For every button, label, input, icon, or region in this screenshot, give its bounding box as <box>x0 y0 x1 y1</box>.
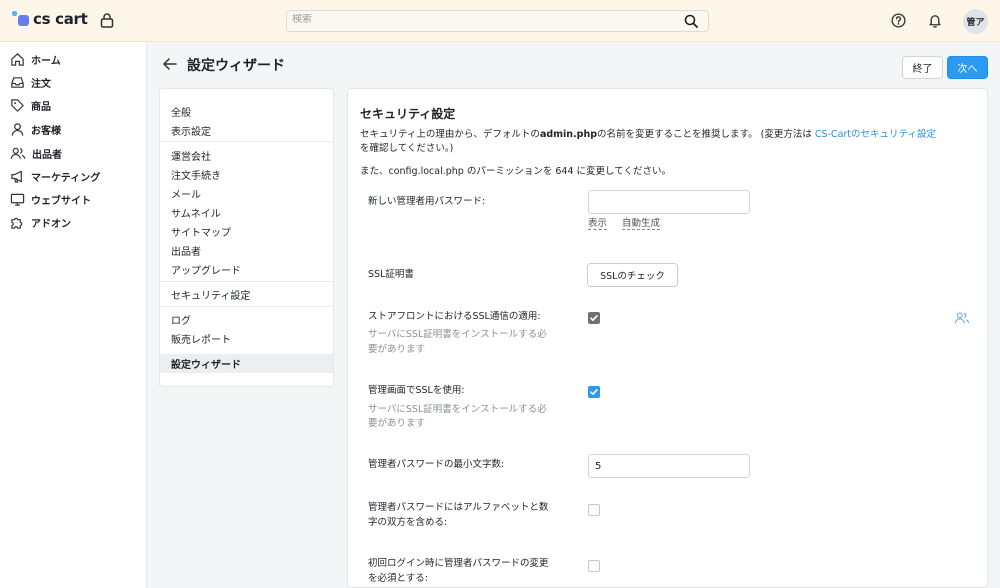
nav-item-vendors[interactable]: 出品者 <box>10 144 62 162</box>
divider <box>160 306 333 307</box>
change-first-login-checkbox[interactable] <box>588 560 600 572</box>
logo[interactable]: cs cart <box>12 10 88 28</box>
nav-item-label: ホーム <box>31 55 61 67</box>
nav-item-products[interactable]: 商品 <box>10 96 51 114</box>
next-button[interactable]: 次へ <box>947 56 988 79</box>
nav-item-addons[interactable]: アドオン <box>10 213 71 231</box>
nav-item-label: お客様 <box>31 125 61 137</box>
min-length-label: 管理者パスワードの最小文字数: <box>368 459 505 470</box>
settings-item-vendors[interactable]: 出品者 <box>171 243 201 258</box>
divider <box>160 141 333 142</box>
new-password-field[interactable] <box>588 190 750 214</box>
nav-item-home[interactable]: ホーム <box>10 50 61 68</box>
change-first-login-label: 初回ログイン時に管理者パスワードの変更 <box>368 558 549 569</box>
settings-item-logs[interactable]: ログ <box>171 312 191 327</box>
settings-item-security[interactable]: セキュリティ設定 <box>171 287 250 302</box>
settings-item-reports[interactable]: 販売レポート <box>171 331 231 346</box>
generate-password-link[interactable]: 自動生成 <box>622 215 661 230</box>
storefront-ssl-label: ストアフロントにおけるSSL通信の適用: <box>368 311 541 322</box>
settings-item-thumbnails[interactable]: サムネイル <box>171 205 221 220</box>
search-icon[interactable] <box>684 14 698 31</box>
admin-ssl-hint: サーバにSSL証明書をインストールする必 <box>368 404 547 415</box>
bell-icon[interactable] <box>928 13 942 31</box>
tag-icon <box>11 98 24 112</box>
search-input[interactable] <box>292 14 672 25</box>
settings-item-wizard[interactable]: 設定ウィザード <box>171 356 241 371</box>
nav-item-orders[interactable]: 注文 <box>10 73 51 91</box>
lock-icon[interactable] <box>100 12 114 31</box>
inbox-icon <box>11 76 24 88</box>
show-password-link[interactable]: 表示 <box>588 215 608 230</box>
ssl-cert-label: SSL証明書 <box>368 269 414 280</box>
page-header: 設定ウィザード <box>163 55 285 75</box>
logo-mark <box>12 10 29 28</box>
nav-item-label: 商品 <box>31 101 51 113</box>
alnum-checkbox[interactable] <box>588 504 600 516</box>
security-description: セキュリティ上の理由から、デフォルトのadmin.phpの名前を変更することを推… <box>360 129 936 140</box>
settings-sidebar: 全般 表示設定 運営会社 注文手続き メール サムネイル サイトマップ 出品者 … <box>159 88 334 387</box>
settings-item-checkout[interactable]: 注文手続き <box>171 167 221 182</box>
security-docs-link[interactable]: CS-Cartのセキュリティ設定 <box>815 129 936 140</box>
alnum-label: 管理者パスワードにはアルファベットと数 <box>368 502 549 513</box>
storefront-ssl-hint: 要があります <box>368 344 426 355</box>
main-nav: ホーム 注文 商品 お客様 出品者 マーケティング ウェブサイト アドオン <box>0 42 147 588</box>
settings-item-email[interactable]: メール <box>171 186 201 201</box>
avatar[interactable]: 管ア <box>963 9 988 34</box>
new-password-label: 新しい管理者用パスワード: <box>368 196 486 207</box>
nav-item-customers[interactable]: お客様 <box>10 120 61 138</box>
nav-item-label: 出品者 <box>32 149 62 161</box>
back-arrow-icon[interactable] <box>163 57 177 73</box>
vendor-settings-icon[interactable] <box>954 311 970 328</box>
section-title: セキュリティ設定 <box>360 107 456 121</box>
nav-item-website[interactable]: ウェブサイト <box>10 190 91 208</box>
page-title: 設定ウィザード <box>187 58 285 74</box>
change-first-login-label: を必須とする: <box>368 573 428 584</box>
nav-item-label: 注文 <box>31 78 51 90</box>
nav-item-label: ウェブサイト <box>31 195 91 207</box>
settings-item-company[interactable]: 運営会社 <box>171 148 211 163</box>
min-length-field[interactable] <box>588 454 750 478</box>
security-description-cont: を確認してください。) <box>360 143 454 154</box>
admin-ssl-checkbox[interactable] <box>588 386 600 398</box>
alnum-label: 字の双方を含める: <box>368 517 448 528</box>
help-icon[interactable] <box>891 13 906 31</box>
search-box <box>286 10 709 32</box>
nav-item-label: マーケティング <box>31 172 101 184</box>
megaphone-icon <box>11 170 22 183</box>
finish-button[interactable]: 終了 <box>902 56 943 79</box>
monitor-icon <box>10 193 25 206</box>
storefront-ssl-hint: サーバにSSL証明書をインストールする必 <box>368 329 547 340</box>
admin-ssl-hint: 要があります <box>368 418 426 429</box>
settings-item-sitemap[interactable]: サイトマップ <box>171 224 231 239</box>
storefront-ssl-checkbox[interactable] <box>588 312 600 324</box>
user-icon <box>11 122 24 136</box>
ssl-check-button[interactable]: SSLのチェック <box>587 263 678 287</box>
permission-note: また、config.local.php のパーミッションを 644 に変更してく… <box>360 166 671 177</box>
top-bar: cs cart 管ア <box>0 0 1000 42</box>
settings-item-general[interactable]: 全般 <box>171 104 191 119</box>
nav-item-label: アドオン <box>31 218 71 230</box>
settings-item-upgrade[interactable]: アップグレード <box>171 262 241 277</box>
admin-ssl-label: 管理画面でSSLを使用: <box>368 385 465 396</box>
settings-item-appearance[interactable]: 表示設定 <box>171 123 211 138</box>
security-settings-panel: セキュリティ設定 セキュリティ上の理由から、デフォルトのadmin.phpの名前… <box>347 88 988 588</box>
nav-item-marketing[interactable]: マーケティング <box>10 167 100 185</box>
divider <box>160 281 333 282</box>
puzzle-icon <box>11 217 23 229</box>
users-icon <box>10 147 26 159</box>
logo-text: cs cart <box>33 10 88 28</box>
home-icon <box>11 52 24 66</box>
